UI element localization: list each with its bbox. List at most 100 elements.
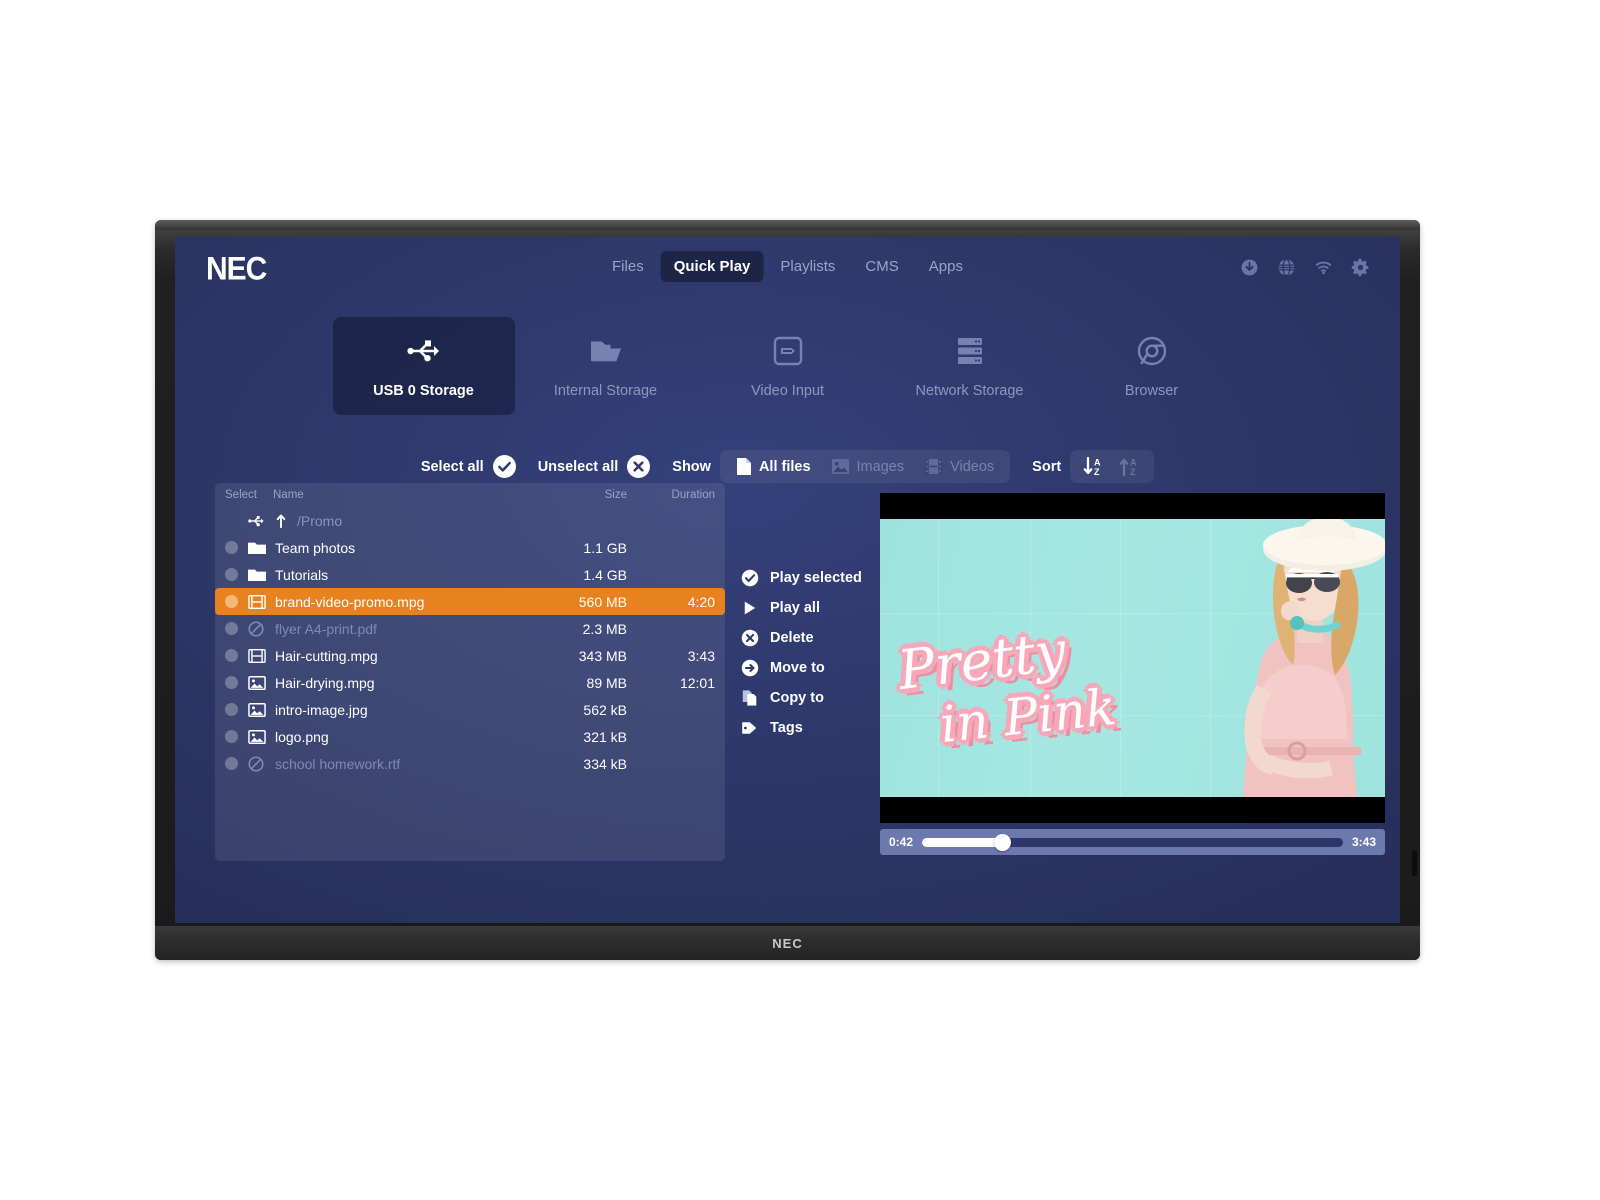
action-tags[interactable]: Tags: [741, 719, 862, 737]
file-row-tutorials[interactable]: Tutorials 1.4 GB: [215, 561, 725, 588]
file-toolbar: Select all Unselect all Show All files I…: [175, 450, 1400, 483]
column-header-size: Size: [604, 489, 627, 501]
seek-knob[interactable]: [994, 833, 1011, 851]
file-list-panel: Select Name Size Duration /Promo Team ph…: [215, 483, 725, 861]
app-header: NEC Files Quick Play Playlists CMS Apps: [175, 237, 1400, 299]
power-led: [1412, 850, 1417, 876]
close-circle-icon: [628, 455, 650, 478]
row-select-dot: [225, 622, 238, 635]
filter-label: All files: [758, 458, 811, 475]
action-label: Tags: [770, 720, 803, 736]
row-name: Hair-drying.mpg: [275, 674, 375, 691]
row-size: 1.1 GB: [583, 539, 627, 556]
unselect-all-button[interactable]: [627, 455, 651, 478]
chrome-icon: [1136, 333, 1168, 369]
row-size: 1.4 GB: [583, 566, 627, 583]
video-player: Pretty in Pink 0:42 3:43: [880, 493, 1385, 855]
action-play-all[interactable]: Play all: [741, 599, 862, 617]
file-list-header: Select Name Size Duration: [215, 483, 725, 503]
bezel-nec-logo: NEC: [772, 935, 803, 951]
filter-videos[interactable]: Videos: [916, 455, 1002, 478]
storage-tab-video-input[interactable]: Video Input: [697, 317, 879, 415]
row-select-dot[interactable]: [225, 676, 238, 689]
row-size: 89 MB: [586, 674, 627, 691]
action-copy-to[interactable]: Copy to: [741, 689, 862, 707]
row-select-dot[interactable]: [225, 730, 238, 743]
row-select-dot: [225, 757, 238, 770]
seek-track[interactable]: [922, 833, 1343, 851]
usb-icon: [406, 333, 442, 369]
storage-tab-usb-0-storage[interactable]: USB 0 Storage: [332, 317, 515, 415]
sort-descending-button[interactable]: A Z: [1078, 454, 1110, 479]
filter-all-files[interactable]: All files: [728, 454, 819, 479]
total-time: 3:43: [1351, 835, 1376, 849]
sort-ascending-button[interactable]: A Z: [1114, 454, 1146, 479]
action-label: Copy to: [770, 690, 824, 706]
nav-item-apps[interactable]: Apps: [916, 251, 976, 282]
row-select-dot[interactable]: [225, 649, 238, 662]
storage-tab-network-storage[interactable]: Network Storage: [879, 317, 1061, 415]
row-name: brand-video-promo.mpg: [275, 593, 425, 610]
storage-tab-label: USB 0 Storage: [373, 383, 474, 399]
gear-icon[interactable]: [1351, 258, 1370, 277]
file-row-team-photos[interactable]: Team photos 1.1 GB: [215, 534, 725, 561]
action-label: Play all: [770, 600, 820, 616]
select-all-button[interactable]: [492, 455, 516, 478]
document-icon: [736, 458, 751, 475]
sort-descending-icon: A Z: [1083, 456, 1101, 477]
row-name: flyer A4-print.pdf: [275, 620, 377, 637]
action-play-selected[interactable]: Play selected: [741, 569, 862, 587]
screen: NEC Files Quick Play Playlists CMS Apps: [175, 237, 1400, 923]
storage-tab-internal-storage[interactable]: Internal Storage: [515, 317, 697, 415]
folder-icon: [248, 568, 267, 582]
go-up-icon[interactable]: [275, 513, 289, 528]
wifi-icon[interactable]: [1314, 258, 1333, 277]
row-size: 560 MB: [578, 593, 627, 610]
seek-fill: [922, 837, 1002, 847]
arrow-circle-icon: [741, 659, 759, 677]
nav-item-files[interactable]: Files: [599, 251, 657, 282]
row-size: 343 MB: [578, 647, 627, 664]
storage-tab-browser[interactable]: Browser: [1061, 317, 1243, 415]
film-icon: [248, 648, 267, 663]
row-size: 334 kB: [583, 755, 627, 772]
file-row-flyer-a4-print: flyer A4-print.pdf 2.3 MB: [215, 615, 725, 642]
row-duration: 3:43: [687, 647, 715, 664]
nav-item-cms[interactable]: CMS: [852, 251, 911, 282]
video-stage[interactable]: Pretty in Pink: [880, 493, 1385, 823]
file-row-brand-video-promo[interactable]: brand-video-promo.mpg 560 MB 4:20: [215, 588, 725, 615]
check-circle-icon: [741, 569, 759, 587]
file-row-hair-drying[interactable]: Hair-drying.mpg 89 MB 12:01: [215, 669, 725, 696]
nav-item-quick-play[interactable]: Quick Play: [660, 251, 764, 282]
blocked-icon: [248, 620, 267, 637]
player-progress-bar: 0:42 3:43: [880, 829, 1385, 855]
storage-tabs: USB 0 Storage Internal Storage Video Inp…: [175, 317, 1400, 415]
globe-icon[interactable]: [1277, 258, 1296, 277]
row-select-dot[interactable]: [225, 595, 238, 608]
action-move-to[interactable]: Move to: [741, 659, 862, 677]
svg-text:Z: Z: [1130, 467, 1136, 477]
file-row-hair-cutting[interactable]: Hair-cutting.mpg 343 MB 3:43: [215, 642, 725, 669]
film-icon: [248, 594, 267, 609]
row-name: Hair-cutting.mpg: [275, 647, 378, 664]
filter-images[interactable]: Images: [823, 455, 913, 478]
storage-tab-label: Video Input: [750, 383, 825, 399]
storage-tab-label: Browser: [1124, 383, 1179, 399]
filter-label: Videos: [950, 458, 995, 475]
row-select-dot[interactable]: [225, 703, 238, 716]
nav-item-playlists[interactable]: Playlists: [767, 251, 848, 282]
image-icon: [248, 675, 267, 690]
video-frame: Pretty in Pink: [880, 519, 1385, 797]
server-icon: [955, 333, 985, 369]
row-select-dot[interactable]: [225, 541, 238, 554]
folder-icon: [248, 541, 267, 555]
file-row-logo-png[interactable]: logo.png 321 kB: [215, 723, 725, 750]
nec-logo: NEC: [206, 251, 267, 288]
action-delete[interactable]: Delete: [741, 629, 862, 647]
file-row-intro-image[interactable]: intro-image.jpg 562 kB: [215, 696, 725, 723]
row-select-dot[interactable]: [225, 568, 238, 581]
filter-label: Images: [856, 458, 905, 475]
path-breadcrumb-row[interactable]: /Promo: [215, 507, 725, 534]
show-label: Show: [672, 458, 711, 475]
download-icon[interactable]: [1240, 258, 1259, 277]
